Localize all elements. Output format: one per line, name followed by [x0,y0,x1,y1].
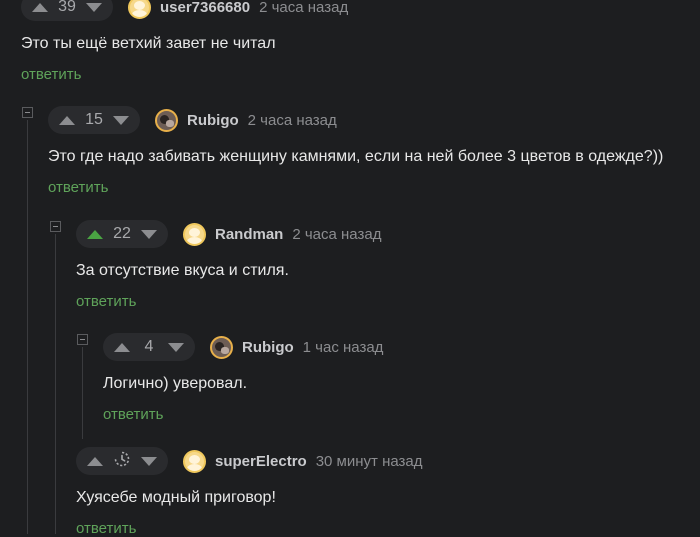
clock-icon [114,451,130,466]
rating-count: 39 [58,0,76,15]
arrow-down-icon [141,229,157,239]
comment-timestamp[interactable]: 2 часа назад [248,112,337,129]
rubigo-avatar-icon[interactable] [155,108,178,132]
arrow-up-icon [32,2,48,12]
comment-header: 15 Rubigo 2 часа назад [48,106,337,134]
rating-count: 15 [85,111,103,128]
collapse-thread-button[interactable] [77,334,88,345]
arrow-up-icon [87,456,103,466]
downvote-button[interactable] [140,225,158,243]
comment-header: superElectro 30 минут назад [76,447,423,475]
arrow-down-icon [168,342,184,352]
reply-link[interactable]: ответить [76,293,136,310]
arrow-down-icon [141,456,157,466]
comment-timestamp[interactable]: 2 часа назад [292,226,381,243]
comment-text: Хуясебе модный приговор! [76,489,276,506]
downvote-button[interactable] [85,0,103,16]
comment-header: 4 Rubigo 1 час назад [103,333,383,361]
thread-line-level-2 [55,234,56,534]
rating-pill: 39 [21,0,113,21]
comment: 4 Rubigo 1 час назад Логично) уверовал. … [103,333,683,433]
upvote-button[interactable] [86,225,104,243]
username-link[interactable]: user7366680 [160,0,250,16]
reply-link[interactable]: ответить [76,520,136,537]
comment-timestamp[interactable]: 1 час назад [303,339,384,356]
rating-count: 22 [113,225,131,242]
comment-timestamp[interactable]: 30 минут назад [316,453,423,470]
default-avatar-icon[interactable] [183,449,206,473]
upvote-button[interactable] [86,452,104,470]
thread-line-level-3 [82,347,83,439]
comment: 39 user7366680 2 часа назад Это ты ещё в… [21,0,691,93]
username-link[interactable]: Rubigo [187,112,239,129]
arrow-up-icon [59,115,75,125]
collapse-thread-button[interactable] [50,221,61,232]
collapse-thread-button[interactable] [22,107,33,118]
rubigo-avatar-icon[interactable] [210,335,233,359]
reply-link[interactable]: ответить [48,179,108,196]
rating-pill: 4 [103,333,195,361]
upvote-button[interactable] [31,0,49,16]
rating-pending [110,451,134,472]
rating-count: 4 [144,338,154,355]
default-avatar-icon[interactable] [128,0,151,19]
arrow-down-icon [113,115,129,125]
upvote-button[interactable] [58,111,76,129]
comment: 15 Rubigo 2 часа назад Это где надо заби… [48,106,688,206]
comment: superElectro 30 минут назад Хуясебе модн… [76,447,676,537]
username-link[interactable]: superElectro [215,453,307,470]
comment-text: За отсутствие вкуса и стиля. [76,262,289,279]
rating-pill: 15 [48,106,140,134]
rating-pill [76,447,168,475]
upvote-button[interactable] [113,338,131,356]
comment-timestamp[interactable]: 2 часа назад [259,0,348,16]
reply-link[interactable]: ответить [21,66,81,83]
downvote-button[interactable] [140,452,158,470]
comment-text: Это ты ещё ветхий завет не читал [21,35,276,52]
arrow-up-icon [114,342,130,352]
downvote-button[interactable] [112,111,130,129]
comment: 22 Randman 2 часа назад За отсутствие вк… [76,220,676,320]
comment-text: Логично) уверовал. [103,375,248,392]
default-avatar-icon[interactable] [183,222,206,246]
reply-link[interactable]: ответить [103,406,163,423]
thread-line-level-1 [27,120,28,534]
username-link[interactable]: Rubigo [242,339,294,356]
comment-text: Это где надо забивать женщину камнями, е… [48,148,664,165]
rating-pill: 22 [76,220,168,248]
downvote-button[interactable] [167,338,185,356]
arrow-up-icon [87,229,103,239]
arrow-down-icon [86,2,102,12]
comment-header: 22 Randman 2 часа назад [76,220,381,248]
comment-header: 39 user7366680 2 часа назад [21,0,348,21]
username-link[interactable]: Randman [215,226,283,243]
